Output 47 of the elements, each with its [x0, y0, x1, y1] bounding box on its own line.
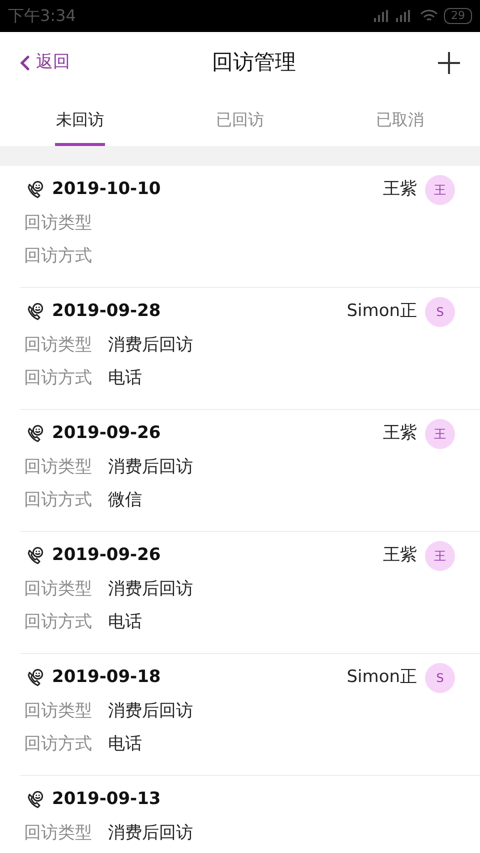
field-label: 回访方式: [24, 367, 93, 390]
visit-date: 2019-09-18: [52, 666, 161, 690]
field-label: 回访类型: [24, 212, 93, 236]
field-value: 微信: [108, 489, 142, 512]
field-value: 消费后回访: [108, 822, 193, 846]
field-value: 消费后回访: [108, 334, 193, 358]
field-label: 回访方式: [24, 489, 93, 512]
visit-date: 2019-09-28: [52, 300, 161, 324]
staff-name: 王紫: [383, 422, 417, 446]
field-value: 电话: [108, 611, 142, 634]
staff-name: 王紫: [383, 544, 417, 568]
battery-indicator: 29: [444, 8, 472, 24]
avatar: 王: [425, 175, 455, 205]
staff-name: Simon正: [346, 666, 417, 690]
field-label: 回访类型: [24, 456, 93, 480]
tab[interactable]: 未回访: [0, 94, 160, 146]
tab[interactable]: 已回访: [160, 94, 320, 146]
field-label: 回访方式: [24, 611, 93, 634]
avatar: S: [425, 297, 455, 327]
field-value: 消费后回访: [108, 456, 193, 480]
field-label: 回访类型: [24, 334, 93, 358]
field-value: 电话: [108, 367, 142, 390]
visit-date: 2019-10-10: [52, 178, 161, 202]
field-label: 回访类型: [24, 700, 93, 724]
field-label: 回访方式: [24, 245, 93, 268]
chevron-left-icon: [20, 55, 30, 71]
field-label: 回访类型: [24, 822, 93, 846]
staff-name: Simon正: [346, 300, 417, 324]
staff-name: 王紫: [383, 178, 417, 202]
add-icon[interactable]: [438, 52, 460, 74]
field-label: 回访方式: [24, 733, 93, 756]
visit-date: 2019-09-26: [52, 544, 161, 568]
wifi-icon: [420, 9, 438, 23]
avatar: S: [425, 663, 455, 693]
back-button[interactable]: 返回: [20, 50, 70, 76]
tab[interactable]: 已取消: [320, 94, 480, 146]
field-value: 电话: [108, 733, 142, 756]
field-label: 回访类型: [24, 578, 93, 602]
page-title: 回访管理: [212, 49, 296, 76]
status-time: 下午3:34: [8, 5, 76, 27]
tab-indicator: [55, 143, 105, 146]
visit-date: 2019-09-26: [52, 422, 161, 446]
visit-date: 2019-09-13: [52, 788, 161, 812]
avatar: 王: [425, 541, 455, 571]
avatar: 王: [425, 419, 455, 449]
field-value: 消费后回访: [108, 700, 193, 724]
field-value: 消费后回访: [108, 578, 193, 602]
